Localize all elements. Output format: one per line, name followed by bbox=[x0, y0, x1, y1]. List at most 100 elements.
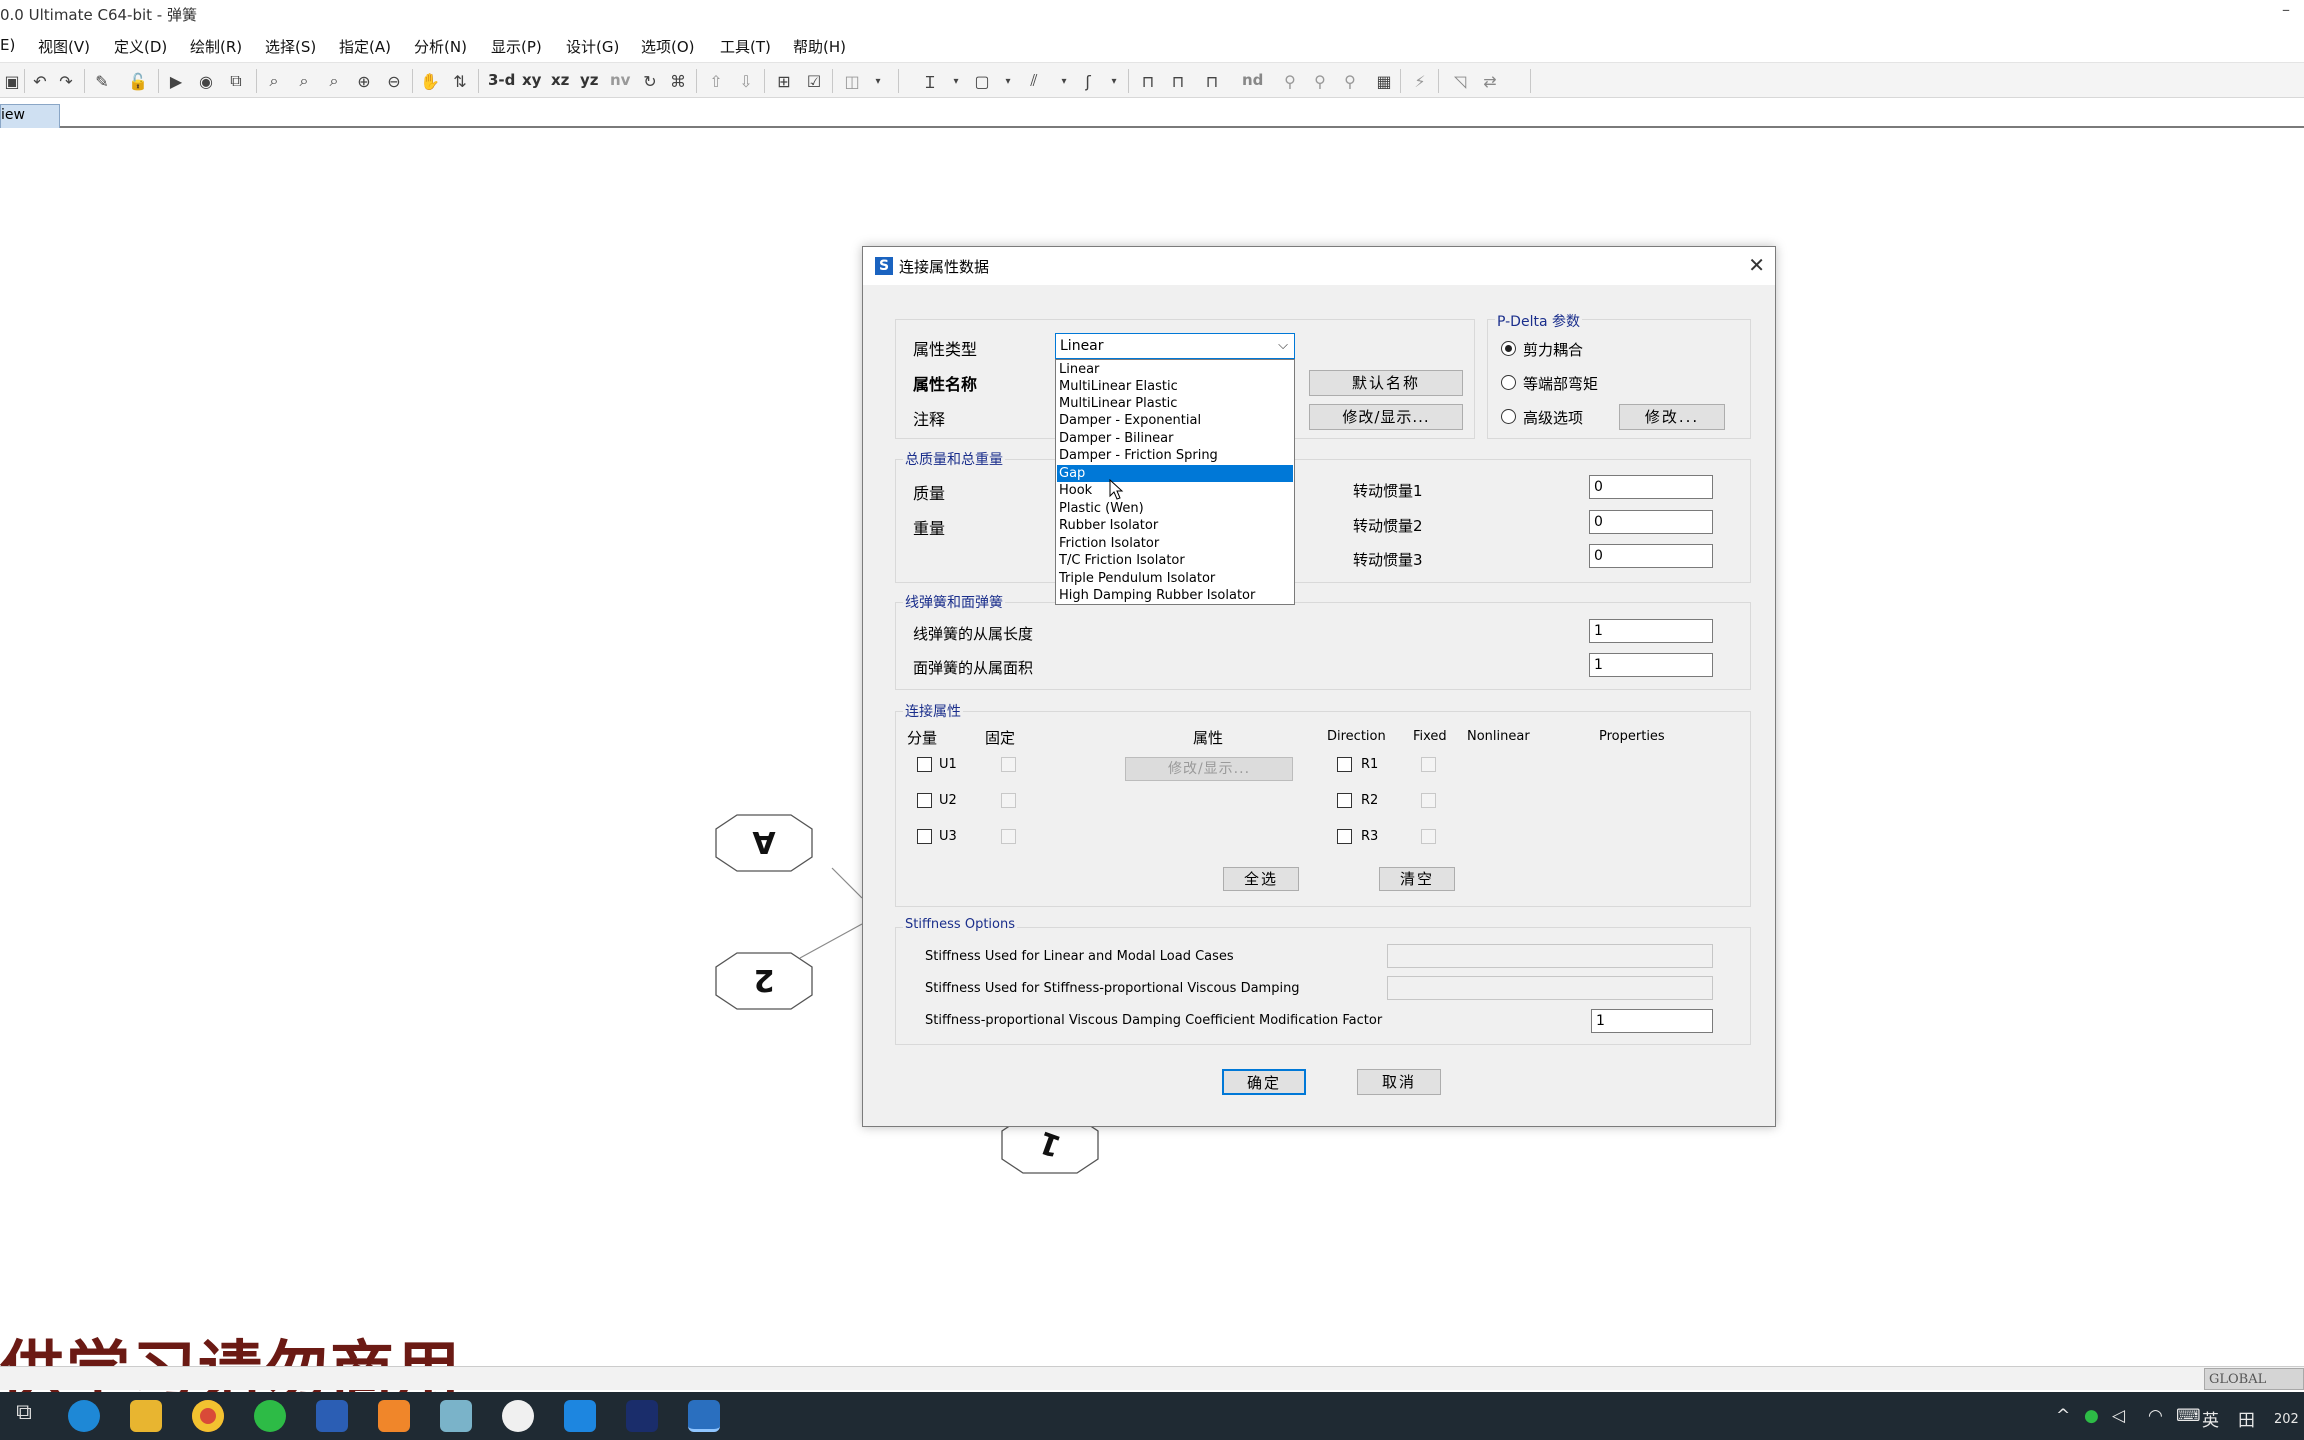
u1-fixed-checkbox[interactable] bbox=[1001, 757, 1016, 772]
option-damper-bilinear[interactable]: Damper - Bilinear bbox=[1057, 430, 1293, 447]
header-properties: 属性 bbox=[1193, 729, 1224, 747]
tray-volume-icon[interactable]: ◁ bbox=[2112, 1406, 2125, 1426]
stiffness-linear-select[interactable] bbox=[1387, 944, 1713, 968]
option-tc-friction-isolator[interactable]: T/C Friction Isolator bbox=[1057, 552, 1293, 569]
grid-bubble-2-label: 2 bbox=[753, 962, 775, 997]
rot-inertia-1-label: 转动惯量1 bbox=[1353, 482, 1423, 500]
dialog-close-button[interactable]: ✕ bbox=[1748, 253, 1765, 277]
r2-checkbox[interactable] bbox=[1337, 793, 1352, 808]
option-damper-exponential[interactable]: Damper - Exponential bbox=[1057, 412, 1293, 429]
grid-bubble-2[interactable]: 2 bbox=[715, 952, 813, 1010]
file-explorer-icon[interactable] bbox=[130, 1400, 162, 1432]
tray-grid-icon[interactable]: 田 bbox=[2238, 1406, 2255, 1431]
tray-ime-label[interactable]: 英 bbox=[2202, 1406, 2219, 1431]
option-plastic-wen[interactable]: Plastic (Wen) bbox=[1057, 500, 1293, 517]
u2-fixed-checkbox[interactable] bbox=[1001, 793, 1016, 808]
app-blue-icon[interactable] bbox=[564, 1400, 596, 1432]
header-properties-en: Properties bbox=[1599, 729, 1665, 744]
option-damper-friction-spring[interactable]: Damper - Friction Spring bbox=[1057, 447, 1293, 464]
default-name-button[interactable]: 默认名称 bbox=[1309, 370, 1463, 396]
modify-show-note-button[interactable]: 修改/显示... bbox=[1309, 404, 1463, 430]
stiffness-damping-select[interactable] bbox=[1387, 976, 1713, 1000]
mass-label: 质量 bbox=[913, 484, 946, 503]
mouse-cursor-icon bbox=[1109, 479, 1124, 500]
rot-inertia-2-input[interactable]: 0 bbox=[1589, 510, 1713, 534]
option-rubber-isolator[interactable]: Rubber Isolator bbox=[1057, 517, 1293, 534]
r3-checkbox[interactable] bbox=[1337, 829, 1352, 844]
option-hook[interactable]: Hook bbox=[1057, 482, 1293, 499]
damping-factor-input[interactable]: 1 bbox=[1591, 1009, 1713, 1033]
header-direction: Direction bbox=[1327, 729, 1386, 744]
task-view-icon[interactable]: ⧉ bbox=[8, 1400, 40, 1432]
cancel-button[interactable]: 取消 bbox=[1357, 1069, 1441, 1095]
u3-checkbox[interactable] bbox=[917, 829, 932, 844]
tray-chevron-icon[interactable]: ^ bbox=[2056, 1406, 2070, 1426]
option-high-damping-rubber-isolator[interactable]: High Damping Rubber Isolator bbox=[1057, 587, 1293, 604]
pdelta-modify-button[interactable]: 修改... bbox=[1619, 404, 1725, 430]
stiffness-title: Stiffness Options bbox=[903, 917, 1017, 932]
rot-inertia-3-label: 转动惯量3 bbox=[1353, 551, 1423, 569]
option-linear[interactable]: Linear bbox=[1057, 361, 1293, 378]
stiffness-row1-label: Stiffness Used for Linear and Modal Load… bbox=[925, 949, 1234, 964]
line-spring-input[interactable]: 1 bbox=[1589, 619, 1713, 643]
ok-button[interactable]: 确定 bbox=[1222, 1069, 1306, 1095]
option-multilinear-elastic[interactable]: MultiLinear Elastic bbox=[1057, 378, 1293, 395]
r1-fixed-checkbox[interactable] bbox=[1421, 757, 1436, 772]
tray-wechat-icon[interactable]: ● bbox=[2084, 1406, 2099, 1426]
r2-fixed-checkbox[interactable] bbox=[1421, 793, 1436, 808]
app-g-icon[interactable] bbox=[378, 1400, 410, 1432]
word-icon[interactable] bbox=[316, 1400, 348, 1432]
u2-checkbox[interactable] bbox=[917, 793, 932, 808]
edge-browser-icon[interactable] bbox=[68, 1400, 100, 1432]
wechat-icon[interactable] bbox=[254, 1400, 286, 1432]
stiffness-row3-label: Stiffness-proportional Viscous Damping C… bbox=[925, 1013, 1383, 1028]
pdelta-title: P-Delta 参数 bbox=[1495, 311, 1582, 331]
r1-checkbox[interactable] bbox=[1337, 757, 1352, 772]
option-triple-pendulum-isolator[interactable]: Triple Pendulum Isolator bbox=[1057, 570, 1293, 587]
r3-label: R3 bbox=[1361, 829, 1379, 844]
pdelta-advanced-radio[interactable] bbox=[1501, 409, 1516, 424]
line-spring-label: 线弹簧的从属长度 bbox=[913, 625, 1034, 643]
clear-button[interactable]: 清空 bbox=[1379, 867, 1455, 891]
link-property-dialog: S 连接属性数据 ✕ 属性类型 属性名称 注释 默认名称 修改/显示... P-… bbox=[862, 246, 1776, 1127]
property-type-select[interactable]: Linear ⌵ bbox=[1055, 333, 1295, 359]
u1-label: U1 bbox=[939, 757, 957, 772]
rot-inertia-3-input[interactable]: 0 bbox=[1589, 544, 1713, 568]
tray-wifi-icon[interactable]: ◠ bbox=[2148, 1406, 2163, 1426]
pdelta-opt3-label: 高级选项 bbox=[1523, 409, 1584, 427]
r3-fixed-checkbox[interactable] bbox=[1421, 829, 1436, 844]
chrome-icon[interactable] bbox=[192, 1400, 224, 1432]
rot-inertia-1-input[interactable]: 0 bbox=[1589, 475, 1713, 499]
link-group-title: 连接属性 bbox=[903, 701, 963, 721]
u3-fixed-checkbox[interactable] bbox=[1001, 829, 1016, 844]
pdelta-shear-radio[interactable] bbox=[1501, 341, 1516, 356]
header-fixed-en: Fixed bbox=[1413, 729, 1447, 744]
prop-name-label: 属性名称 bbox=[913, 375, 978, 394]
property-type-dropdown-list: Linear MultiLinear Elastic MultiLinear P… bbox=[1055, 359, 1295, 605]
u1-checkbox[interactable] bbox=[917, 757, 932, 772]
app-music-icon[interactable] bbox=[502, 1400, 534, 1432]
chevron-down-icon[interactable]: ⌵ bbox=[1278, 338, 1288, 353]
select-all-button[interactable]: 全选 bbox=[1223, 867, 1299, 891]
option-friction-isolator[interactable]: Friction Isolator bbox=[1057, 535, 1293, 552]
note-label: 注释 bbox=[913, 410, 946, 429]
tray-keyboard-icon[interactable]: ⌨ bbox=[2176, 1406, 2201, 1426]
sap2000-icon[interactable] bbox=[688, 1400, 720, 1432]
mass-group-title: 总质量和总重量 bbox=[903, 449, 1005, 469]
option-gap[interactable]: Gap bbox=[1057, 465, 1293, 482]
prop-type-label: 属性类型 bbox=[913, 340, 978, 359]
tray-clock[interactable]: 202 bbox=[2274, 1412, 2299, 1427]
r2-label: R2 bbox=[1361, 793, 1379, 808]
app-diamond-icon[interactable] bbox=[626, 1400, 658, 1432]
option-multilinear-plastic[interactable]: MultiLinear Plastic bbox=[1057, 395, 1293, 412]
pdelta-moment-radio[interactable] bbox=[1501, 375, 1516, 390]
grid-bubble-a[interactable]: A bbox=[715, 814, 813, 872]
dialog-title-bar: S 连接属性数据 ✕ bbox=[863, 247, 1775, 285]
area-spring-input[interactable]: 1 bbox=[1589, 653, 1713, 677]
link-modify-show-button[interactable]: 修改/显示... bbox=[1125, 757, 1293, 781]
app-pen-icon[interactable] bbox=[440, 1400, 472, 1432]
status-bar: GLOBAL bbox=[0, 1366, 2304, 1390]
coordinate-system-box[interactable]: GLOBAL bbox=[2204, 1368, 2304, 1390]
u3-label: U3 bbox=[939, 829, 957, 844]
u2-label: U2 bbox=[939, 793, 957, 808]
